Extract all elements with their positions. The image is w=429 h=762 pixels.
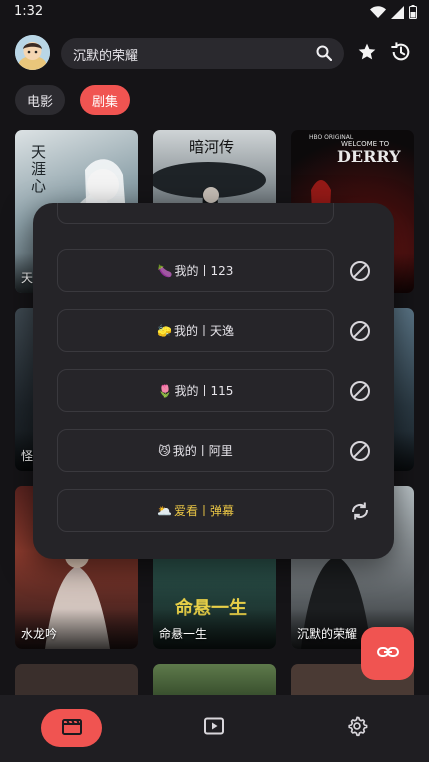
disable-icon[interactable] [348,379,372,403]
category-chip-tv[interactable]: 剧集 [80,85,130,115]
disable-icon[interactable] [348,439,372,463]
poster-title: 怪 [21,449,34,463]
gear-icon [346,715,368,741]
link-button[interactable] [361,627,414,680]
film-icon [61,717,82,739]
source-item[interactable]: 🌷 我的丨115 [57,369,334,412]
poster-title: 天 [21,271,34,285]
source-label: 我的丨115 [174,384,234,398]
poster-title: 命悬一生 [159,627,208,641]
search-icon[interactable] [316,45,333,65]
poster-title: 水龙吟 [21,627,58,641]
poster-title: 沉默的荣耀 [297,627,358,641]
search-bar[interactable]: 沉默的荣耀 [61,38,344,69]
refresh-icon[interactable] [348,499,372,523]
signal-icon [391,5,404,19]
star-icon[interactable] [357,42,377,66]
avatar[interactable] [15,35,50,70]
source-label: 爱看丨弹幕 [173,504,234,518]
source-emoji: 🌥️ [157,503,172,518]
source-item-active[interactable]: 🌥️ 爱看丨弹幕 [57,489,334,532]
bottom-navigation [0,695,429,762]
source-emoji: 🍆 [157,263,173,278]
nav-home[interactable] [41,709,102,747]
play-icon [204,717,224,739]
wifi-icon [370,5,386,19]
source-item[interactable]: 🧽 我的丨天逸 [57,309,334,352]
source-emoji: 😼 [158,443,171,458]
category-chip-movie[interactable]: 电影 [15,85,65,115]
source-item[interactable]: 😼 我的丨阿里 [57,429,334,472]
source-emoji: 🌷 [157,383,173,398]
history-icon[interactable] [390,41,412,67]
disable-icon[interactable] [348,319,372,343]
status-bar: 1:32 [0,0,429,24]
source-label: 我的丨123 [174,264,234,278]
nav-settings[interactable] [340,709,374,747]
source-label: 我的丨天逸 [173,324,234,338]
link-icon [376,640,400,668]
search-input[interactable]: 沉默的荣耀 [73,45,138,64]
source-selector-sheet: 🍆 我的丨123 🧽 我的丨天逸 🌷 我的丨115 😼 我的丨阿里 🌥️ 爱看丨… [33,203,394,559]
poster-art-text: 天涯心 [31,143,47,195]
disable-icon[interactable] [348,259,372,283]
nav-player[interactable] [197,709,231,747]
poster-art-text: 暗河传 [189,138,235,156]
source-item[interactable]: 🍆 我的丨123 [57,249,334,292]
source-label: 我的丨阿里 [172,444,233,458]
battery-icon [409,5,417,19]
status-time: 1:32 [14,4,44,19]
source-item-hidden[interactable] [57,203,334,224]
source-emoji: 🧽 [157,323,172,338]
